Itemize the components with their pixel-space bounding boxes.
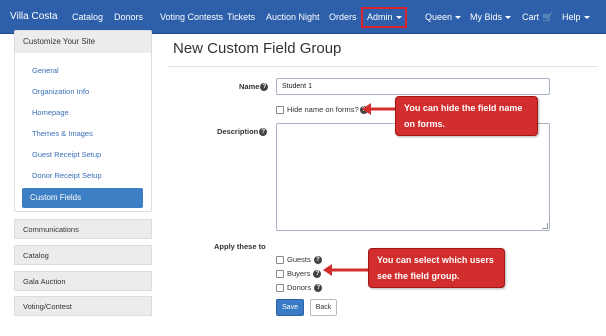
chevron-down-icon	[505, 16, 512, 20]
sidebar-panel-customize: Customize Your Site	[14, 30, 152, 212]
nav-cart[interactable]: Cart 🛒	[522, 0, 553, 34]
hide-name-label: Hide name on forms??	[287, 105, 368, 115]
guests-label-text: Guests	[287, 255, 311, 264]
title-divider	[168, 66, 598, 67]
chevron-down-icon	[455, 16, 462, 20]
sidebar-item-custom-fields[interactable]: Custom Fields	[22, 188, 143, 208]
help-icon[interactable]: ?	[259, 128, 268, 137]
nav-queen-dropdown[interactable]: Queen	[425, 0, 462, 34]
description-label-text: Description	[217, 127, 259, 136]
admin-highlight-box	[361, 7, 407, 28]
sidebar-item-organization-info[interactable]: Organization Info	[32, 87, 89, 96]
nav-auction-night[interactable]: Auction Night	[266, 0, 320, 34]
name-field[interactable]: Student 1	[276, 78, 550, 95]
save-button[interactable]: Save	[276, 299, 304, 316]
help-icon[interactable]: ?	[314, 284, 323, 293]
sidebar-item-themes-images[interactable]: Themes & Images	[32, 129, 93, 138]
nav-voting-contests[interactable]: Voting Contests	[160, 0, 223, 34]
name-field-value: Student 1	[282, 83, 312, 90]
sidebar: Customize Your Site General Organization…	[0, 30, 160, 336]
buyers-label-text: Buyers	[287, 269, 311, 278]
buyers-label: Buyers ?	[287, 269, 322, 279]
buyers-checkbox[interactable]	[276, 270, 284, 278]
apply-label: Apply these to	[214, 242, 266, 251]
sidebar-section-communications[interactable]: Communications	[14, 219, 152, 239]
nav-donors[interactable]: Donors	[114, 0, 143, 34]
sidebar-item-donor-receipt-setup[interactable]: Donor Receipt Setup	[32, 171, 102, 180]
nav-cart-label: Cart	[522, 12, 540, 22]
sidebar-section-gala-auction[interactable]: Gala Auction	[14, 271, 152, 291]
hide-name-label-text: Hide name on forms?	[287, 105, 359, 114]
sidebar-item-guest-receipt-setup[interactable]: Guest Receipt Setup	[32, 150, 101, 159]
cart-icon: 🛒	[542, 12, 554, 22]
hide-name-callout: You can hide the field name on forms.	[395, 96, 538, 136]
sidebar-section-title[interactable]: Customize Your Site	[15, 31, 151, 53]
guests-label: Guests ?	[287, 255, 322, 265]
nav-my-bids-label: My Bids	[470, 12, 503, 22]
donors-label-text: Donors	[287, 283, 312, 292]
nav-orders[interactable]: Orders	[329, 0, 357, 34]
top-navbar: Villa Costa Catalog Donors Voting Contes…	[0, 0, 606, 34]
name-label: Name?	[239, 82, 269, 92]
sidebar-item-general[interactable]: General	[32, 66, 59, 75]
sidebar-item-homepage[interactable]: Homepage	[32, 108, 69, 117]
sidebar-section-catalog[interactable]: Catalog	[14, 245, 152, 265]
description-field[interactable]	[276, 123, 550, 231]
donors-label: Donors ?	[287, 283, 323, 293]
guests-checkbox[interactable]	[276, 256, 284, 264]
back-button[interactable]: Back	[310, 299, 337, 316]
name-label-text: Name	[239, 82, 260, 91]
help-icon[interactable]: ?	[260, 83, 269, 92]
nav-my-bids-dropdown[interactable]: My Bids	[470, 0, 512, 34]
nav-help-dropdown[interactable]: Help	[562, 0, 590, 34]
nav-tickets[interactable]: Tickets	[227, 0, 255, 34]
chevron-down-icon	[583, 16, 590, 20]
resize-handle-icon[interactable]	[542, 223, 548, 229]
brand-link[interactable]: Villa Costa	[10, 0, 58, 34]
description-label: Description?	[217, 127, 268, 137]
donors-checkbox[interactable]	[276, 284, 284, 292]
page-title: New Custom Field Group	[173, 40, 342, 57]
nav-catalog[interactable]: Catalog	[72, 0, 103, 34]
nav-help-label: Help	[562, 12, 581, 22]
nav-queen-label: Queen	[425, 12, 453, 22]
hide-name-checkbox[interactable]	[276, 106, 284, 114]
sidebar-section-voting-contest[interactable]: Voting/Contest	[14, 296, 152, 316]
callout-arrow-icon	[323, 264, 373, 276]
select-users-callout: You can select which users see the field…	[368, 248, 505, 288]
